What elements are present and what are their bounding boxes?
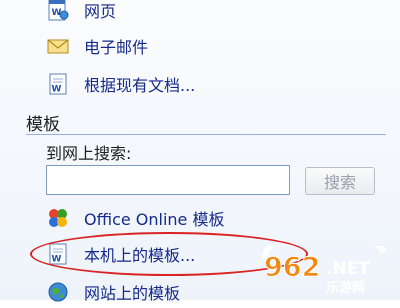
web-page-icon: W [46,0,70,22]
template-search-input[interactable] [46,165,290,195]
website-templates-label: 网站上的模板 [84,284,181,303]
search-online-label: 到网上搜索: [46,144,132,163]
local-templates-label: 本机上的模板... [84,246,196,265]
local-templates-link[interactable]: W 本机上的模板... [46,240,195,268]
watermark-number: 962 [264,252,320,283]
templates-section-title: 模板 [26,115,60,135]
office-online-icon [46,206,70,230]
email-envelope-icon [46,34,70,58]
document-icon: W [46,242,70,266]
site-watermark-logo: 962 .NET 乐游网 [262,246,387,296]
globe-icon [46,280,70,304]
watermark-tagline: 乐游网 [326,280,365,296]
office-online-templates-link[interactable]: Office Online 模板 [46,204,225,232]
from-existing-document-label: 根据现有文档... [84,76,196,95]
website-templates-link[interactable]: 网站上的模板 [46,278,180,306]
section-divider [26,134,386,135]
from-existing-document-link[interactable]: W 根据现有文档... [46,70,195,98]
svg-text:W: W [52,85,62,95]
new-document-task-pane: W 网页 电子邮件 W 根据现有文档... 模板 到网上搜索: 搜索 Offic… [0,0,400,303]
new-web-page-label: 网页 [84,2,117,21]
new-email-link[interactable]: 电子邮件 [46,32,148,60]
office-online-templates-label: Office Online 模板 [84,210,225,229]
svg-text:W: W [52,255,62,265]
new-web-page-link[interactable]: W 网页 [46,0,116,24]
document-icon: W [46,72,70,96]
watermark-suffix: .NET [326,259,370,279]
new-email-label: 电子邮件 [84,38,149,57]
search-button[interactable]: 搜索 [305,167,375,195]
